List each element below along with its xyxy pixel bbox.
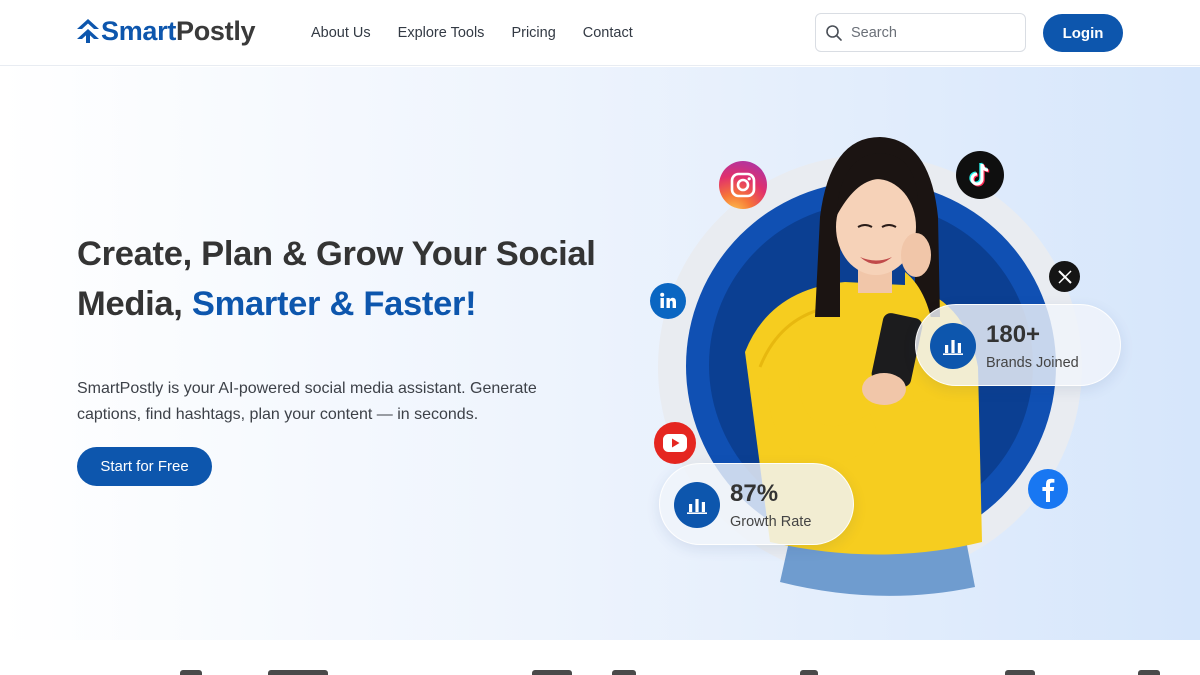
main-nav: About Us Explore Tools Pricing Contact (311, 24, 633, 42)
site-header: SmartPostly About Us Explore Tools Prici… (0, 0, 1200, 66)
cut-off-heading-fragment (268, 670, 328, 675)
search-input[interactable] (851, 24, 1011, 41)
bar-chart-icon (930, 323, 976, 369)
facebook-icon (1028, 469, 1068, 509)
nav-about-us[interactable]: About Us (311, 24, 371, 42)
cut-off-heading-fragment (532, 670, 572, 675)
growth-rate-card: 87% Growth Rate (659, 463, 854, 545)
brands-joined-value: 180+ (986, 321, 1041, 348)
bar-chart-icon (674, 482, 720, 528)
growth-rate-label: Growth Rate (730, 514, 812, 530)
cut-off-heading-fragment (180, 670, 202, 675)
login-button[interactable]: Login (1043, 14, 1123, 52)
growth-rate-value: 87% (730, 480, 779, 507)
next-section-peek (0, 640, 1200, 675)
nav-explore-tools[interactable]: Explore Tools (398, 24, 485, 42)
tiktok-icon (956, 151, 1004, 199)
brands-joined-label: Brands Joined (986, 355, 1079, 371)
logo-chevron-icon (77, 19, 99, 43)
cut-off-heading-fragment (800, 670, 818, 675)
brands-joined-card: 180+ Brands Joined (915, 304, 1121, 386)
x-icon (1049, 261, 1080, 292)
cut-off-heading-fragment (612, 670, 636, 675)
nav-contact[interactable]: Contact (583, 24, 633, 42)
instagram-icon (719, 161, 767, 209)
logo[interactable]: SmartPostly (77, 16, 256, 46)
cut-off-heading-fragment (1138, 670, 1160, 675)
logo-text: SmartPostly (101, 16, 256, 46)
search-box[interactable] (815, 13, 1026, 52)
linkedin-icon (650, 283, 686, 319)
cut-off-heading-fragment (1005, 670, 1035, 675)
hero-section: Create, Plan & Grow Your Social Media, S… (0, 67, 1200, 640)
nav-pricing[interactable]: Pricing (511, 24, 555, 42)
search-icon (826, 24, 842, 41)
youtube-icon (654, 422, 696, 464)
